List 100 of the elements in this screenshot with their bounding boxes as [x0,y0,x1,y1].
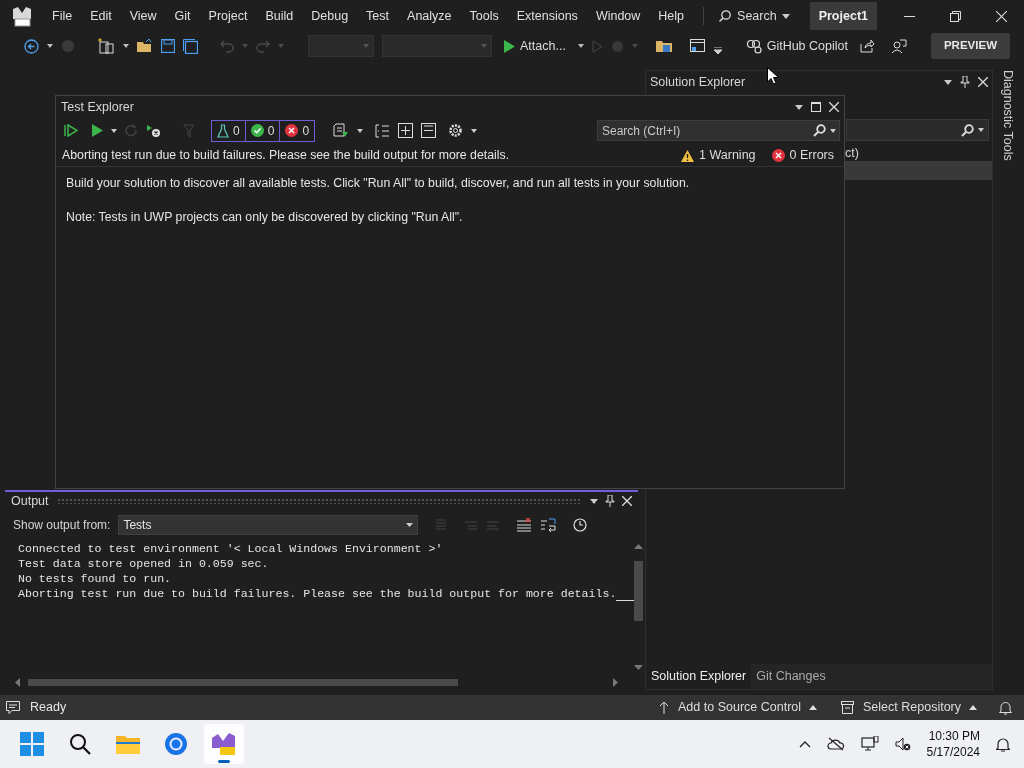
menu-item[interactable]: Test [357,6,399,26]
panel-title: Solution Explorer [650,73,746,91]
hierarchy-icon[interactable] [375,123,391,138]
errors-filter[interactable]: 0 Errors [767,146,838,165]
scroll-up-icon[interactable] [634,544,644,549]
menu-item[interactable]: Help [649,6,694,26]
output-line: Connected to test environment '< Local Windows Environment >' [18,541,444,556]
open-folder-icon[interactable] [137,39,153,53]
notification-icon[interactable] [996,736,1010,752]
clear-all-icon[interactable] [516,518,533,532]
scroll-right-icon[interactable] [613,677,618,687]
pin-icon[interactable] [605,495,615,507]
menu-item[interactable]: Project [199,6,257,26]
tab[interactable]: Git Changes [751,664,831,689]
passed-tests-filter[interactable]: 0 [245,120,281,141]
solution-node[interactable]: ct) [845,146,859,160]
cancel-run-icon[interactable] [146,123,161,138]
scroll-down-icon[interactable] [634,665,644,670]
caret-icon [978,128,984,132]
panel-title: Output [11,492,49,510]
settings-icon[interactable] [448,123,464,138]
output-line: Test data store opened in 0.059 sec. [18,556,270,571]
caret-icon[interactable] [830,128,836,133]
chevron-up-icon[interactable] [798,740,811,748]
share-icon[interactable] [859,39,875,53]
total-tests-filter[interactable]: 0 [212,120,246,141]
menu-item[interactable]: Git [165,6,200,26]
copilot-icon [745,38,762,54]
side-tab[interactable]: Diagnostic Tools [998,70,1018,695]
play-icon[interactable] [92,124,103,137]
back-icon[interactable] [24,38,39,54]
search-field[interactable] [846,119,989,141]
select-repository-button[interactable]: Select Repository [837,698,981,717]
folder-icon [116,734,140,754]
new-project-icon[interactable] [97,38,115,54]
caret-icon[interactable] [123,44,129,48]
menu-item[interactable]: File [43,6,82,26]
folder-icon[interactable] [655,39,672,53]
caret-icon [363,44,369,48]
output-source-dropdown[interactable]: Tests [118,515,419,535]
status-message: Aborting test run due to build failures. Please see the build output for more details. [62,147,510,165]
error-icon [771,149,785,162]
clock-icon[interactable] [573,518,588,532]
tab[interactable]: Solution Explorer [646,664,752,689]
caret-icon[interactable] [47,44,53,48]
caret-icon[interactable] [944,79,952,85]
solution-name: Project1 [809,1,877,31]
close-icon[interactable] [978,77,988,87]
caret-icon[interactable] [471,128,478,133]
network-icon[interactable] [860,736,879,752]
word-wrap-icon[interactable] [540,518,558,532]
caret-icon[interactable] [577,44,584,48]
menu-item[interactable]: Tools [460,6,508,26]
search-button[interactable]: Search [714,6,794,26]
save-icon[interactable] [161,39,175,53]
close-icon[interactable] [622,496,632,506]
run-all-icon[interactable] [64,124,78,137]
pin-icon[interactable] [960,76,970,88]
menu-item[interactable]: Edit [81,6,121,26]
caret-icon [809,705,818,710]
add-to-source-control-button[interactable]: Add to Source Control [655,698,822,717]
copilot-button[interactable]: GitHub Copilot [741,36,852,56]
caret-icon[interactable] [111,128,117,133]
cloud-off-icon[interactable] [826,737,845,751]
field-label: Show output from: [13,517,111,534]
failed-tests-filter[interactable]: 0 [280,120,315,141]
search-icon[interactable] [813,124,826,137]
warnings-filter[interactable]: 1 Warning [677,146,760,165]
menu-item[interactable]: View [120,6,166,26]
collapse-all-icon[interactable] [421,123,437,138]
save-all-icon[interactable] [183,38,198,54]
close-icon[interactable] [829,102,839,112]
scroll-left-icon[interactable] [15,677,20,687]
caret-icon[interactable] [590,498,598,504]
caret-icon[interactable] [795,104,803,110]
clock-date[interactable]: 5/17/2024 [926,744,980,760]
menu-item[interactable]: Analyze [398,6,461,26]
output-line: Aborting test run due to build failures. Please see the build output for more details. [18,586,617,601]
menu-item[interactable]: Debug [302,6,358,26]
preview-button[interactable]: PREVIEW [930,33,1010,59]
caret-icon [481,44,487,48]
caret-icon[interactable] [357,128,364,133]
clock-time[interactable]: 10:30 PM [928,728,980,744]
menu-item[interactable]: Extensions [507,6,587,26]
feedback-icon[interactable] [890,38,907,54]
maximize-icon[interactable] [811,102,821,112]
menu-item[interactable]: Build [256,6,303,26]
minimize-icon [903,15,915,17]
window-layout-icon[interactable] [689,38,706,54]
expand-all-icon[interactable] [398,123,414,138]
caret-icon[interactable] [713,46,722,54]
app-logo-icon[interactable] [11,5,33,27]
menu-item[interactable]: Window [586,6,650,26]
window-title: Test Explorer [61,98,134,116]
status-text: Ready [30,699,67,717]
ide-icon [211,732,237,756]
attach-button[interactable]: Attach... [500,36,570,56]
search-field[interactable]: Search (Ctrl+I) [597,120,840,141]
muted-speaker-icon[interactable] [894,737,911,751]
playlist-icon[interactable] [333,123,350,138]
